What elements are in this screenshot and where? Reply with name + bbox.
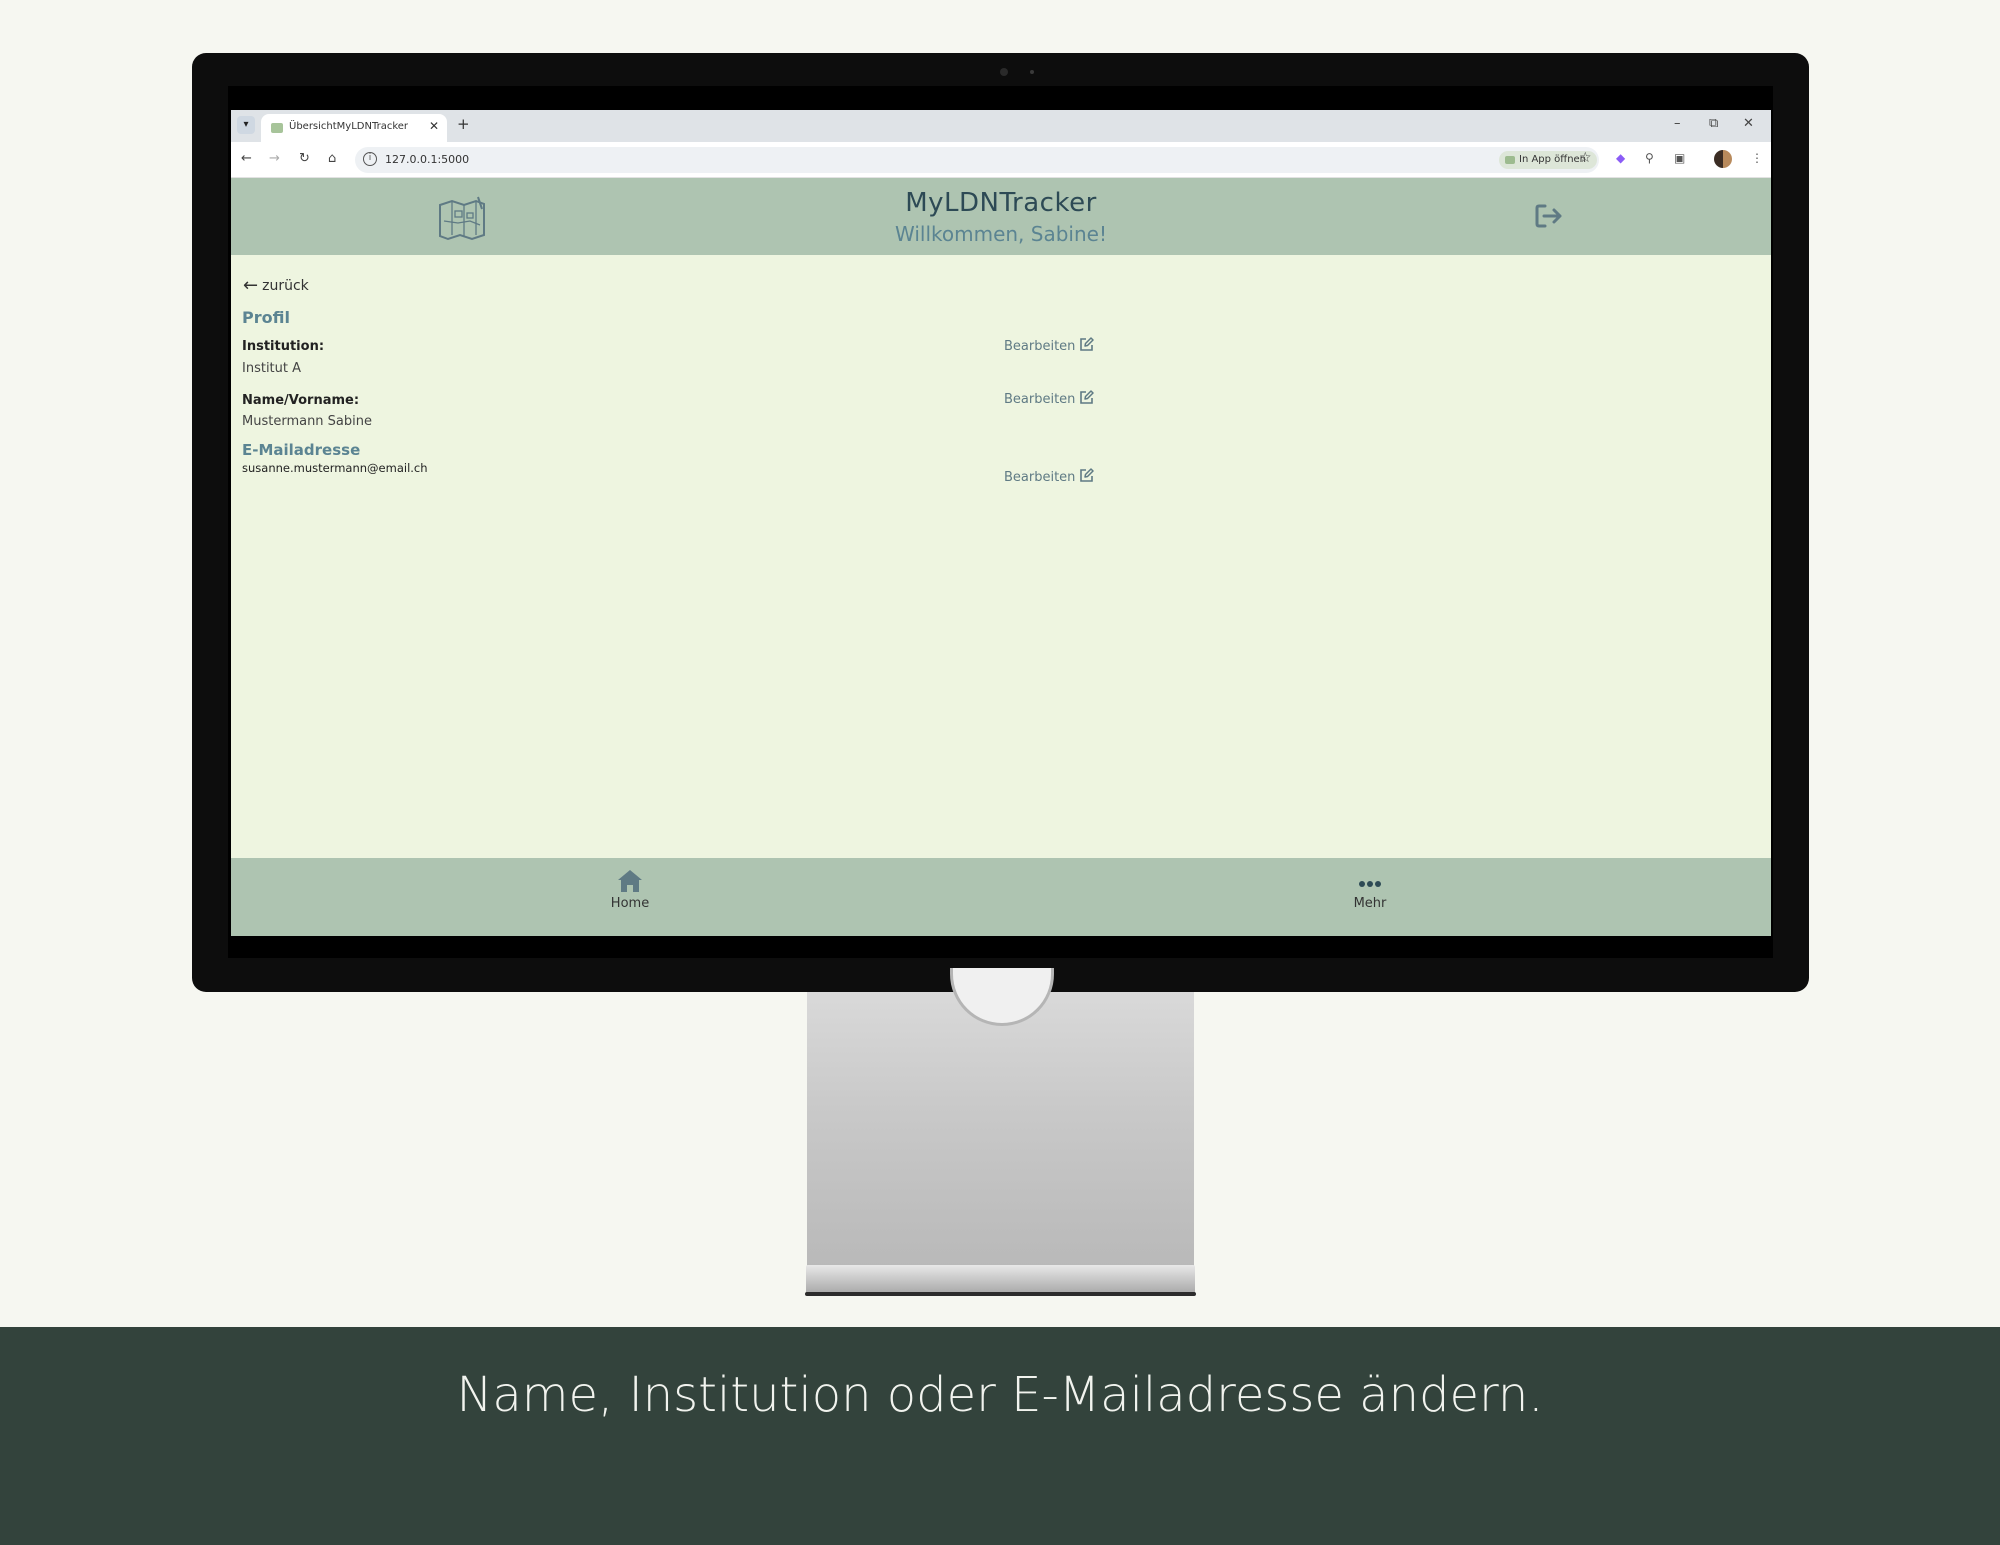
browser-window: ▾ ÜbersichtMyLDNTracker ✕ + – ⧉ ✕ ← → ↻ … [231, 110, 1771, 936]
profile-avatar[interactable] [1714, 150, 1732, 168]
back-label: zurück [262, 278, 309, 294]
house-icon [618, 870, 642, 892]
nav-home[interactable]: Home [590, 868, 670, 911]
profile-page: ← zurück Profil Institution: Institut A B… [231, 255, 1771, 858]
webcam-sensor [1030, 70, 1034, 74]
email-value: susanne.mustermann@email.ch [242, 461, 428, 475]
tab-close-icon[interactable]: ✕ [429, 119, 439, 133]
institution-value: Institut A [242, 361, 302, 376]
edit-icon [1080, 468, 1095, 482]
reload-icon[interactable]: ↻ [299, 151, 310, 166]
url-text: 127.0.0.1:5000 [385, 153, 470, 166]
edit-icon [1080, 337, 1095, 351]
edit-institution-button[interactable]: Bearbeiten [1004, 337, 1095, 354]
arrow-left-icon: ← [243, 275, 259, 296]
more-dots-icon [1359, 881, 1381, 887]
back-icon[interactable]: ← [241, 151, 252, 166]
stand-shadow [805, 1292, 1196, 1296]
site-info-icon[interactable]: i [363, 152, 377, 166]
kebab-menu-icon[interactable]: ⋮ [1751, 151, 1763, 165]
stand-base [806, 1265, 1195, 1295]
forward-icon[interactable]: → [269, 151, 280, 166]
name-value: Mustermann Sabine [242, 414, 372, 429]
home-browser-icon[interactable]: ⌂ [328, 151, 336, 166]
extension-icon[interactable]: ◆ [1616, 151, 1625, 165]
tab-search-icon[interactable]: ▾ [237, 116, 255, 134]
edit-label: Bearbeiten [1004, 339, 1076, 354]
edit-label: Bearbeiten [1004, 392, 1076, 407]
edit-name-button[interactable]: Bearbeiten [1004, 390, 1095, 407]
restore-icon[interactable]: ⧉ [1709, 116, 1718, 131]
minimize-icon[interactable]: – [1674, 116, 1681, 131]
new-tab-icon[interactable]: + [457, 115, 470, 133]
name-label: Name/Vorname: [242, 393, 360, 408]
window-close-icon[interactable]: ✕ [1743, 116, 1754, 131]
email-heading: E-Mailadresse [242, 441, 361, 459]
bottom-nav: Home Mehr [231, 858, 1771, 936]
tab-title: ÜbersichtMyLDNTracker [289, 121, 409, 132]
edit-icon [1080, 390, 1095, 404]
caption-text: Name, Institution oder E-Mailadresse änd… [456, 1367, 1544, 1423]
active-tab[interactable]: ÜbersichtMyLDNTracker ✕ [261, 114, 447, 142]
bookmark-star-icon[interactable]: ☆ [1579, 150, 1592, 166]
tab-strip: ▾ ÜbersichtMyLDNTracker ✕ + – ⧉ ✕ [231, 110, 1771, 142]
caption-bar: Name, Institution oder E-Mailadresse änd… [0, 1327, 2000, 1545]
zoom-icon[interactable]: ⚲ [1645, 151, 1654, 165]
profile-heading: Profil [242, 308, 290, 327]
logout-icon[interactable] [1534, 203, 1564, 229]
monitor-stand [807, 992, 1194, 1267]
edit-email-button[interactable]: Bearbeiten [1004, 468, 1095, 485]
puzzle-icon[interactable]: ▣ [1674, 151, 1685, 165]
home-label: Home [610, 896, 650, 911]
app-header: MyLDNTracker Willkommen, Sabine! [231, 178, 1771, 255]
institution-label: Institution: [242, 339, 325, 354]
back-link[interactable]: ← zurück [243, 275, 309, 296]
edit-label: Bearbeiten [1004, 470, 1076, 485]
browser-toolbar: ← → ↻ ⌂ i 127.0.0.1:5000 In App öffnen ☆… [231, 142, 1771, 178]
webcam [1000, 68, 1008, 76]
more-label: Mehr [1353, 896, 1387, 911]
nav-more[interactable]: Mehr [1330, 868, 1410, 911]
address-bar[interactable]: i 127.0.0.1:5000 In App öffnen ☆ [355, 147, 1599, 173]
favicon-icon [271, 123, 283, 133]
